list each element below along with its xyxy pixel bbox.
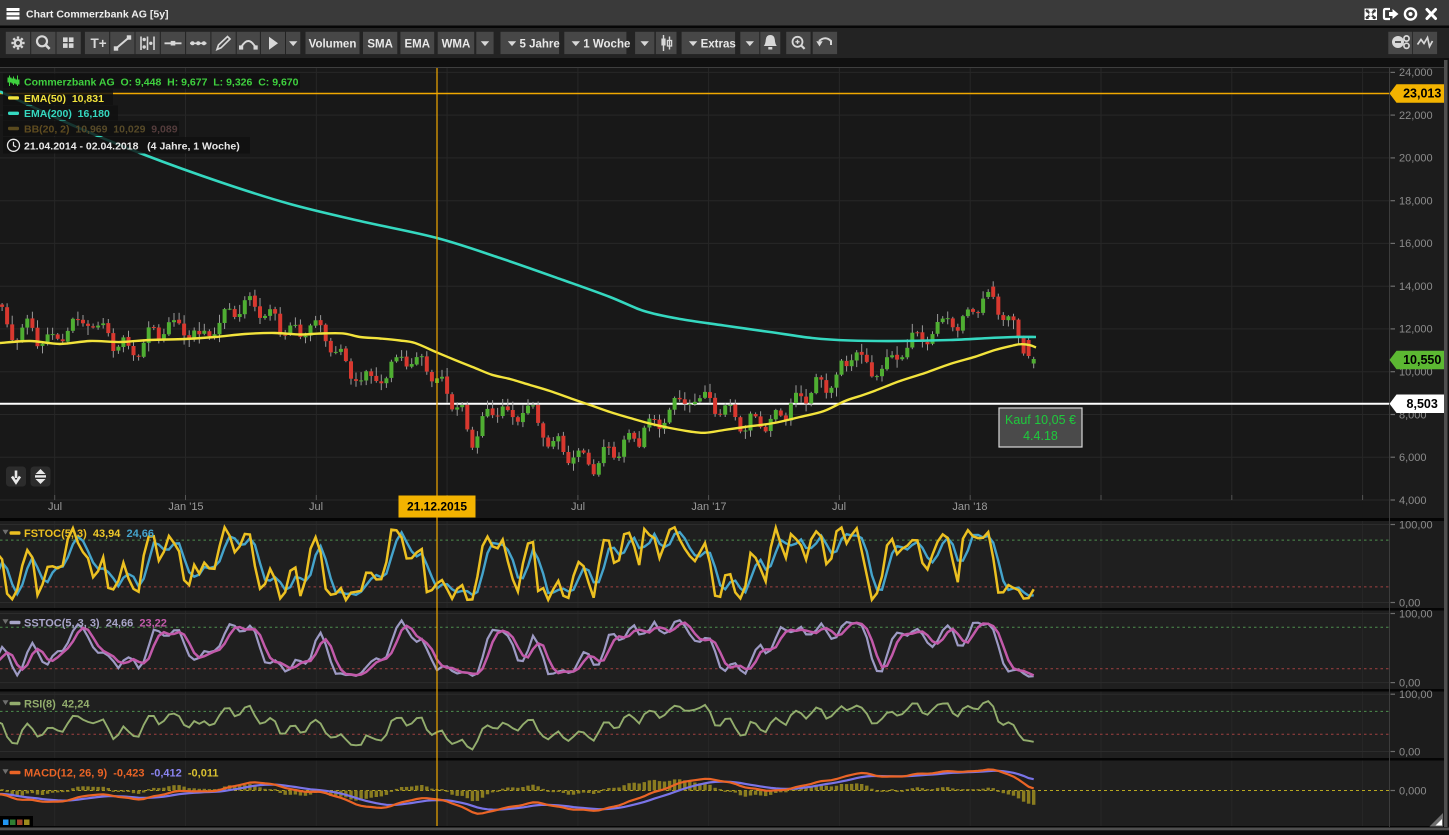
- svg-text:WMA: WMA: [442, 38, 471, 50]
- svg-text:EMA(50) 10,831: EMA(50) 10,831: [24, 93, 104, 105]
- svg-text:18,000: 18,000: [1399, 196, 1433, 208]
- svg-text:0,00: 0,00: [1399, 746, 1420, 758]
- svg-text:Jul: Jul: [309, 501, 323, 513]
- svg-text:20,000: 20,000: [1399, 153, 1433, 165]
- svg-text:Commerzbank AG O: 9,448 H: 9: Commerzbank AG O: 9,448 H: 9,677 L: 9,32…: [24, 77, 299, 89]
- svg-text:Jan '15: Jan '15: [168, 501, 203, 513]
- svg-text:RSI(8) 42,24: RSI(8) 42,24: [24, 699, 90, 711]
- svg-text:SMA: SMA: [367, 38, 393, 50]
- svg-text:Kauf 10,05 €: Kauf 10,05 €: [1005, 413, 1076, 427]
- svg-text:100,00: 100,00: [1399, 608, 1433, 620]
- svg-text:21.12.2015: 21.12.2015: [407, 500, 467, 514]
- svg-text:23,013: 23,013: [1403, 87, 1441, 101]
- svg-text:Jan '18: Jan '18: [952, 501, 987, 513]
- svg-text:Volumen: Volumen: [309, 38, 357, 50]
- svg-text:Jul: Jul: [832, 501, 846, 513]
- svg-text:T+: T+: [91, 36, 107, 51]
- svg-text:24,000: 24,000: [1399, 67, 1433, 79]
- svg-text:Jan '17: Jan '17: [691, 501, 726, 513]
- svg-text:16,000: 16,000: [1399, 238, 1433, 250]
- svg-text:12,000: 12,000: [1399, 324, 1433, 336]
- svg-text:6,000: 6,000: [1399, 452, 1427, 464]
- svg-text:21.04.2014 - 02.04.2018 (4 J: 21.04.2014 - 02.04.2018 (4 Jahre, 1 Woch…: [24, 140, 240, 152]
- svg-text:EMA(200) 16,180: EMA(200) 16,180: [24, 108, 110, 120]
- svg-text:0,00: 0,00: [1399, 677, 1420, 689]
- svg-text:BB(20, 2) 10,969 10,029 9,0: BB(20, 2) 10,969 10,029 9,089: [24, 123, 178, 135]
- svg-text:100,00: 100,00: [1399, 689, 1433, 701]
- svg-text:FSTOC(5, 3) 43,94 24,66: FSTOC(5, 3) 43,94 24,66: [24, 528, 154, 540]
- svg-text:100,00: 100,00: [1399, 519, 1433, 531]
- svg-text:4,000: 4,000: [1399, 495, 1427, 507]
- svg-text:MACD(12, 26, 9) -0,423 -0,41: MACD(12, 26, 9) -0,423 -0,412 -0,011: [24, 768, 218, 780]
- svg-text:EMA: EMA: [405, 38, 431, 50]
- svg-text:1 Woche: 1 Woche: [583, 38, 630, 50]
- svg-text:Chart Commerzbank AG [5y]: Chart Commerzbank AG [5y]: [26, 9, 169, 21]
- svg-text:22,000: 22,000: [1399, 110, 1433, 122]
- svg-text:14,000: 14,000: [1399, 281, 1433, 293]
- svg-text:Jul: Jul: [571, 501, 585, 513]
- svg-text:Jul: Jul: [48, 501, 62, 513]
- svg-text:5 Jahre: 5 Jahre: [520, 38, 560, 50]
- svg-text:0,000: 0,000: [1399, 785, 1427, 797]
- svg-text:8,503: 8,503: [1407, 397, 1438, 411]
- svg-text:SSTOC(5, 3, 3) 24,66 23,22: SSTOC(5, 3, 3) 24,66 23,22: [24, 618, 167, 630]
- svg-text:4.4.18: 4.4.18: [1023, 429, 1058, 443]
- svg-text:Extras: Extras: [701, 38, 736, 50]
- svg-text:10,550: 10,550: [1403, 353, 1441, 367]
